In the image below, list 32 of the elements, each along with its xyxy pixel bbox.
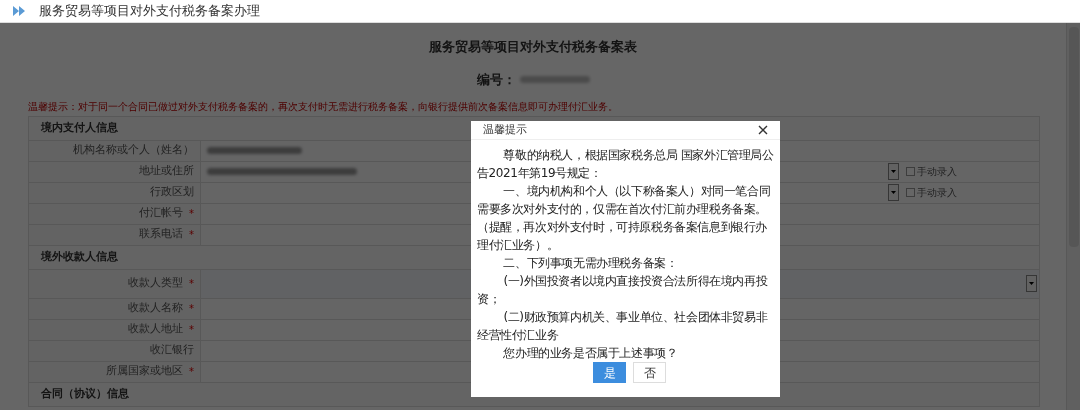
section-title: 合同（协议）信息	[41, 385, 129, 402]
required-mark: *	[189, 365, 194, 379]
page-title: 服务贸易等项目对外支付税务备案办理	[39, 1, 260, 20]
dialog-paragraph: (二)财政预算内机关、事业单位、社会团体非贸易非经营性付汇业务	[477, 309, 769, 344]
close-icon[interactable]	[758, 125, 768, 135]
field-label: 收款人类型	[128, 275, 183, 292]
dropdown-caret-icon[interactable]	[888, 163, 899, 180]
field-label: 行政区划	[150, 184, 194, 201]
number-label: 编号：	[476, 70, 516, 89]
dropdown-caret-icon[interactable]	[1026, 275, 1037, 292]
dialog-paragraph: 尊敬的纳税人，根据国家税务总局 国家外汇管理局公告2021年第19号规定：	[477, 147, 774, 182]
section-title: 境内支付人信息	[41, 119, 118, 136]
dropdown-caret-icon[interactable]	[888, 184, 899, 201]
required-mark: *	[189, 302, 194, 316]
dialog-paragraph: 您办理的业务是否属于上述事项？	[502, 345, 679, 362]
dialog-title: 温馨提示	[483, 121, 527, 138]
dialog-paragraph: 二、下列事项无需办理税务备案：	[502, 255, 679, 272]
form-title: 服务贸易等项目对外支付税务备案表	[428, 38, 638, 56]
field-label: 机构名称或个人（姓名）	[73, 142, 194, 159]
required-mark: *	[189, 228, 194, 242]
required-mark: *	[189, 207, 194, 221]
section-title: 境外收款人信息	[41, 248, 118, 265]
required-mark: *	[189, 277, 194, 291]
no-button[interactable]: 否	[633, 362, 666, 383]
dialog-paragraph: 一、境内机构和个人（以下称备案人）对同一笔合同需要多次对外支付的，仅需在首次付汇前办理税务备案。（提醒，再次对外支付时，可持原税务备案信息到银行办理付汇业务）。	[477, 183, 772, 254]
field-label: 收款人名称	[128, 300, 183, 317]
checkbox[interactable]	[906, 167, 915, 176]
required-mark: *	[189, 323, 194, 337]
checkbox[interactable]	[906, 188, 915, 197]
double-arrow-icon	[13, 6, 25, 16]
dialog-paragraph: (一)外国投资者以境内直接投资合法所得在境内再投资；	[477, 273, 769, 308]
scrollbar[interactable]	[1066, 23, 1080, 410]
